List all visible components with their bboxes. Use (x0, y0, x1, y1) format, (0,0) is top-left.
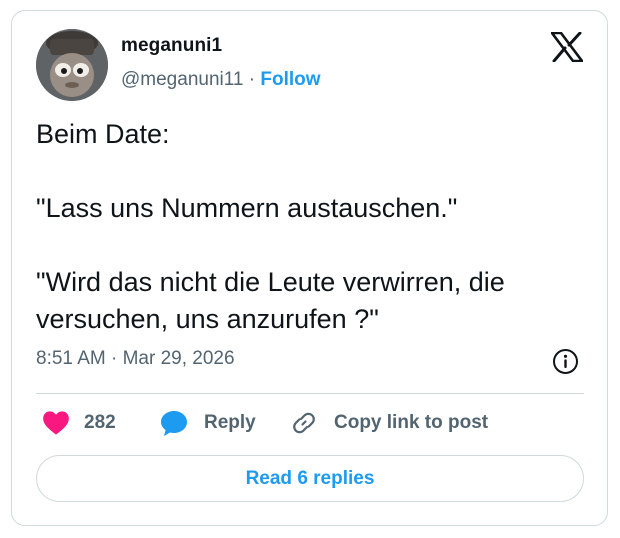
info-icon[interactable] (552, 348, 579, 375)
avatar-image (36, 29, 108, 101)
author-handle-line: @meganuni11 · Follow (121, 69, 321, 91)
reply-label: Reply (204, 412, 256, 433)
read-replies-button[interactable]: Read 6 replies (36, 455, 584, 502)
copy-link-label: Copy link to post (334, 412, 489, 433)
post-date[interactable]: Mar 29, 2026 (123, 348, 235, 369)
follow-link[interactable]: Follow (260, 69, 320, 90)
heart-icon (43, 411, 69, 435)
x-logo-icon[interactable] (550, 31, 584, 63)
timestamp-separator: · (105, 348, 123, 369)
author-display-name[interactable]: meganuni1 (121, 35, 222, 57)
divider (36, 393, 584, 394)
post-timestamp[interactable]: 8:51 AM · Mar 29, 2026 (36, 348, 235, 370)
author-handle[interactable]: @meganuni11 (121, 69, 243, 90)
like-button[interactable]: 282 (42, 407, 116, 439)
link-icon (293, 412, 315, 434)
author-avatar[interactable] (36, 29, 108, 101)
reply-button[interactable]: Reply (160, 407, 256, 439)
like-count: 282 (84, 412, 116, 433)
post-text: Beim Date: "Lass uns Nummern austauschen… (36, 119, 505, 334)
handle-separator: · (243, 69, 261, 90)
copy-link-button[interactable]: Copy link to post (290, 407, 488, 439)
post-time[interactable]: 8:51 AM (36, 348, 106, 369)
speech-bubble-icon (161, 411, 187, 436)
